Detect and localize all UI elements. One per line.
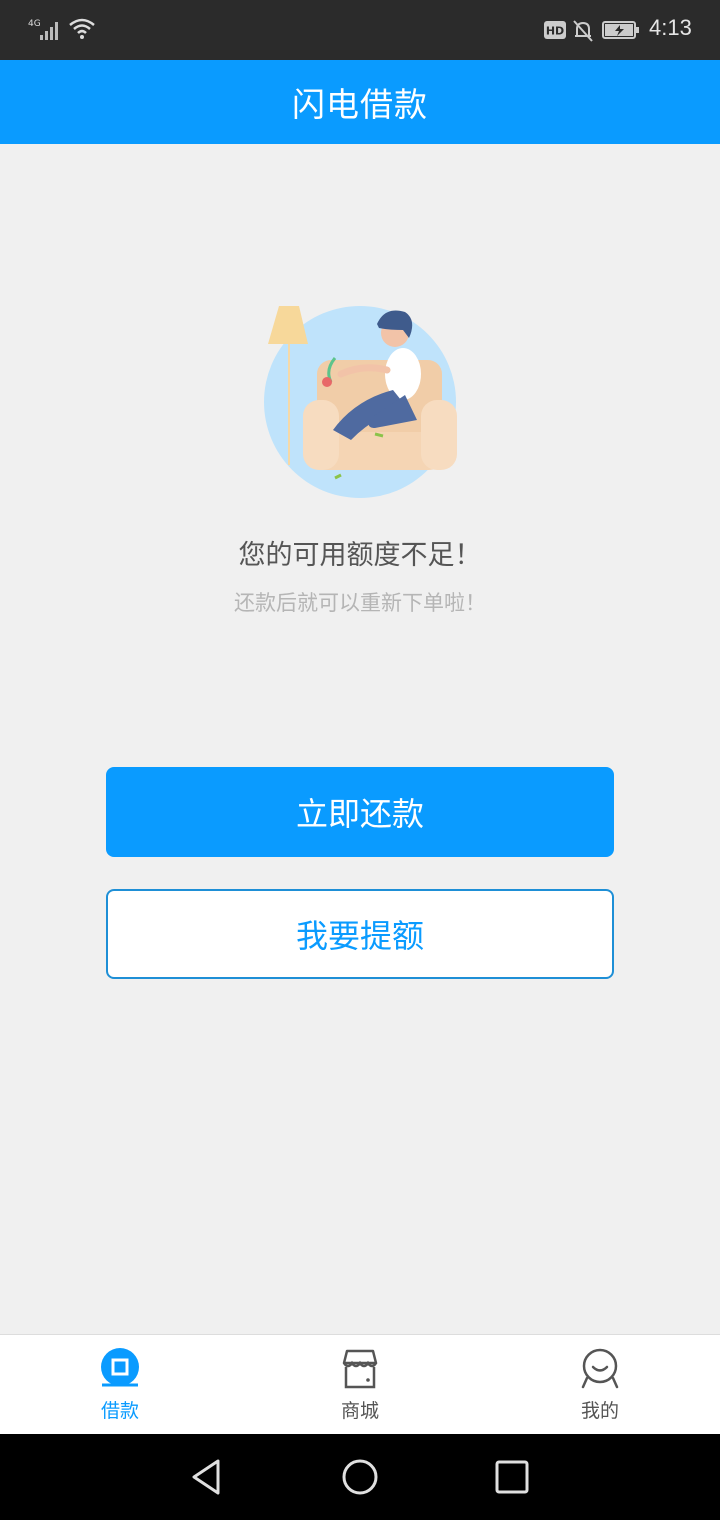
person-on-sofa-illustration bbox=[255, 300, 465, 510]
nav-label-store: 商城 bbox=[340, 1400, 379, 1422]
network-type-label: 4G bbox=[28, 19, 41, 29]
battery-charging-icon bbox=[602, 21, 640, 43]
insufficient-credit-subtitle: 还款后就可以重新下单啦！ bbox=[234, 591, 486, 615]
hd-icon: HD bbox=[544, 21, 566, 43]
wifi-icon bbox=[68, 16, 96, 46]
nav-item-store[interactable]: 商城 bbox=[240, 1335, 480, 1435]
status-bar: 4G HD 4:13 bbox=[0, 0, 720, 60]
recents-icon[interactable] bbox=[492, 1457, 532, 1497]
loan-icon bbox=[98, 1347, 142, 1391]
system-nav-bar bbox=[0, 1434, 720, 1520]
back-icon[interactable] bbox=[186, 1457, 226, 1497]
home-icon[interactable] bbox=[340, 1457, 380, 1497]
bottom-nav: 借款 商城 我的 bbox=[0, 1334, 720, 1434]
profile-icon bbox=[578, 1347, 622, 1391]
signal-icon: 4G bbox=[28, 16, 64, 46]
page-title: 闪电借款 bbox=[292, 85, 428, 124]
insufficient-credit-title: 您的可用额度不足！ bbox=[238, 540, 482, 571]
mute-bell-icon bbox=[572, 19, 594, 47]
store-icon bbox=[338, 1347, 382, 1391]
app-header: 闪电借款 bbox=[0, 60, 720, 144]
repay-now-label: 立即还款 bbox=[295, 795, 424, 833]
raise-limit-button[interactable]: 我要提额 bbox=[106, 889, 614, 979]
repay-now-button[interactable]: 立即还款 bbox=[106, 767, 614, 857]
nav-item-loan[interactable]: 借款 bbox=[0, 1335, 240, 1435]
nav-label-loan: 借款 bbox=[100, 1400, 139, 1422]
hd-badge-label: HD bbox=[546, 25, 564, 38]
nav-item-profile[interactable]: 我的 bbox=[480, 1335, 720, 1435]
nav-label-profile: 我的 bbox=[580, 1400, 619, 1422]
raise-limit-label: 我要提额 bbox=[295, 917, 424, 955]
status-time: 4:13 bbox=[649, 15, 692, 40]
